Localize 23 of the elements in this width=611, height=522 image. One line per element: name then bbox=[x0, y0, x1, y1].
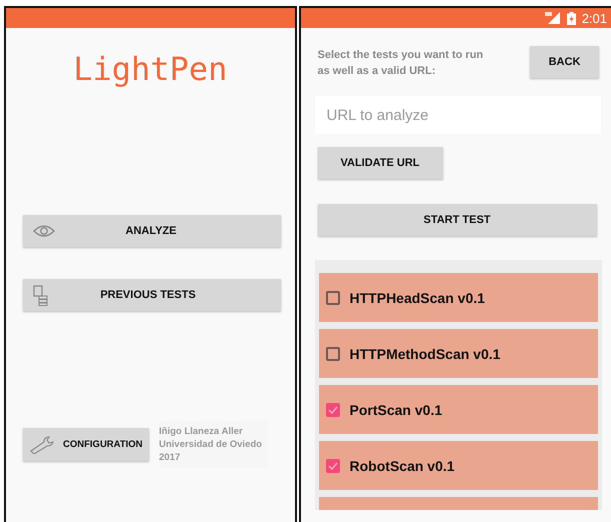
wrench-icon bbox=[29, 436, 55, 454]
instructions-text: Select the tests you want to run as well as a valid URL: bbox=[318, 48, 484, 79]
test-item[interactable]: HTTPHeadScan v0.1 bbox=[318, 273, 598, 322]
checkbox[interactable] bbox=[326, 402, 340, 416]
checkbox[interactable] bbox=[326, 346, 340, 360]
analyze-button[interactable]: ANALYZE bbox=[23, 215, 281, 247]
clipboard-list-icon bbox=[33, 284, 49, 306]
back-button[interactable]: BACK bbox=[530, 46, 599, 78]
test-item[interactable]: PortScan v0.1 bbox=[318, 385, 598, 434]
signal-icon bbox=[544, 12, 561, 24]
test-item[interactable]: RobotScan v0.1 bbox=[318, 441, 598, 490]
clock-time: 2:01 bbox=[582, 10, 607, 26]
configuration-button[interactable]: CONFIGURATION bbox=[23, 428, 149, 461]
previous-tests-button[interactable]: PREVIOUS TESTS bbox=[23, 279, 281, 311]
battery-icon bbox=[566, 12, 576, 24]
url-field[interactable]: URL to analyze bbox=[314, 96, 601, 134]
checkbox[interactable] bbox=[326, 458, 340, 472]
start-test-button[interactable]: START TEST bbox=[318, 204, 597, 236]
checkbox[interactable] bbox=[326, 290, 340, 304]
validate-url-button[interactable]: VALIDATE URL bbox=[318, 147, 443, 179]
test-item[interactable]: HTTPMethodScan v0.1 bbox=[318, 329, 598, 378]
eye-icon bbox=[33, 224, 55, 238]
app-title: LightPen bbox=[72, 50, 228, 88]
